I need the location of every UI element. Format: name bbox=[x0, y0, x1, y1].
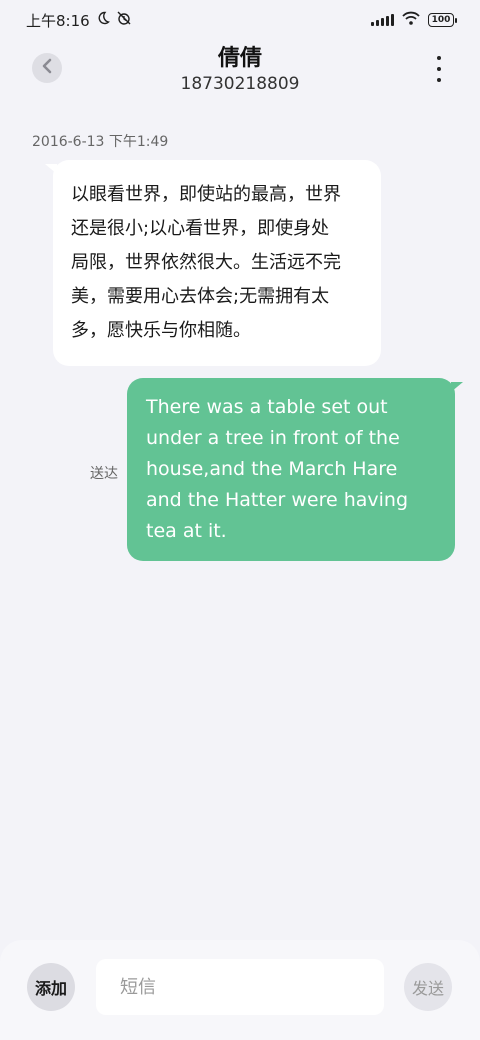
wifi-icon bbox=[402, 11, 420, 29]
incoming-message-line: 还是很小;以心看世界，即使身处 bbox=[71, 218, 330, 239]
incoming-message-line: 美，需要用心去体会;无需拥有太 bbox=[71, 286, 330, 307]
incoming-message-line: 以眼看世界，即使站的最高，世界 bbox=[71, 184, 341, 205]
signal-icon bbox=[371, 14, 394, 26]
incoming-message-line: 局限，世界依然很大。生活远不完 bbox=[71, 252, 341, 273]
send-button[interactable]: 发送 bbox=[404, 963, 452, 1011]
outgoing-message-text: There was a table set out under a tree i… bbox=[146, 396, 409, 542]
contact-phone-number: 18730218809 bbox=[180, 74, 300, 94]
sms-input[interactable] bbox=[96, 959, 384, 1015]
more-dot bbox=[437, 78, 441, 82]
add-attachment-button[interactable]: 添加 bbox=[27, 963, 75, 1011]
moon-icon bbox=[96, 11, 110, 29]
status-left: 上午8:16 bbox=[26, 10, 132, 31]
status-time: 上午8:16 bbox=[26, 11, 90, 30]
alarm-off-icon bbox=[116, 10, 132, 30]
status-right: 100 bbox=[371, 11, 457, 29]
incoming-message-bubble[interactable]: 以眼看世界，即使站的最高，世界 还是很小;以心看世界，即使身处 局限，世界依然很… bbox=[45, 160, 381, 366]
more-dot bbox=[437, 67, 441, 71]
delivery-status: 送达 bbox=[90, 466, 118, 482]
message-timestamp: 2016-6-13 下午1:49 bbox=[32, 134, 169, 150]
status-bar: 上午8:16 100 bbox=[0, 0, 480, 40]
battery-icon: 100 bbox=[428, 13, 457, 27]
messaging-screen: 上午8:16 100 倩倩 18730218809 2016-6-13 下午1:… bbox=[0, 0, 480, 1040]
conversation-header: 倩倩 18730218809 bbox=[0, 40, 480, 100]
contact-name: 倩倩 bbox=[217, 46, 262, 71]
composer-bar: 添加 发送 bbox=[0, 940, 480, 1040]
outgoing-message-bubble[interactable]: There was a table set out under a tree i… bbox=[127, 378, 463, 561]
more-dot bbox=[437, 56, 441, 60]
incoming-message-line: 多，愿快乐与你相随。 bbox=[71, 320, 251, 341]
more-options-button[interactable] bbox=[434, 56, 444, 82]
